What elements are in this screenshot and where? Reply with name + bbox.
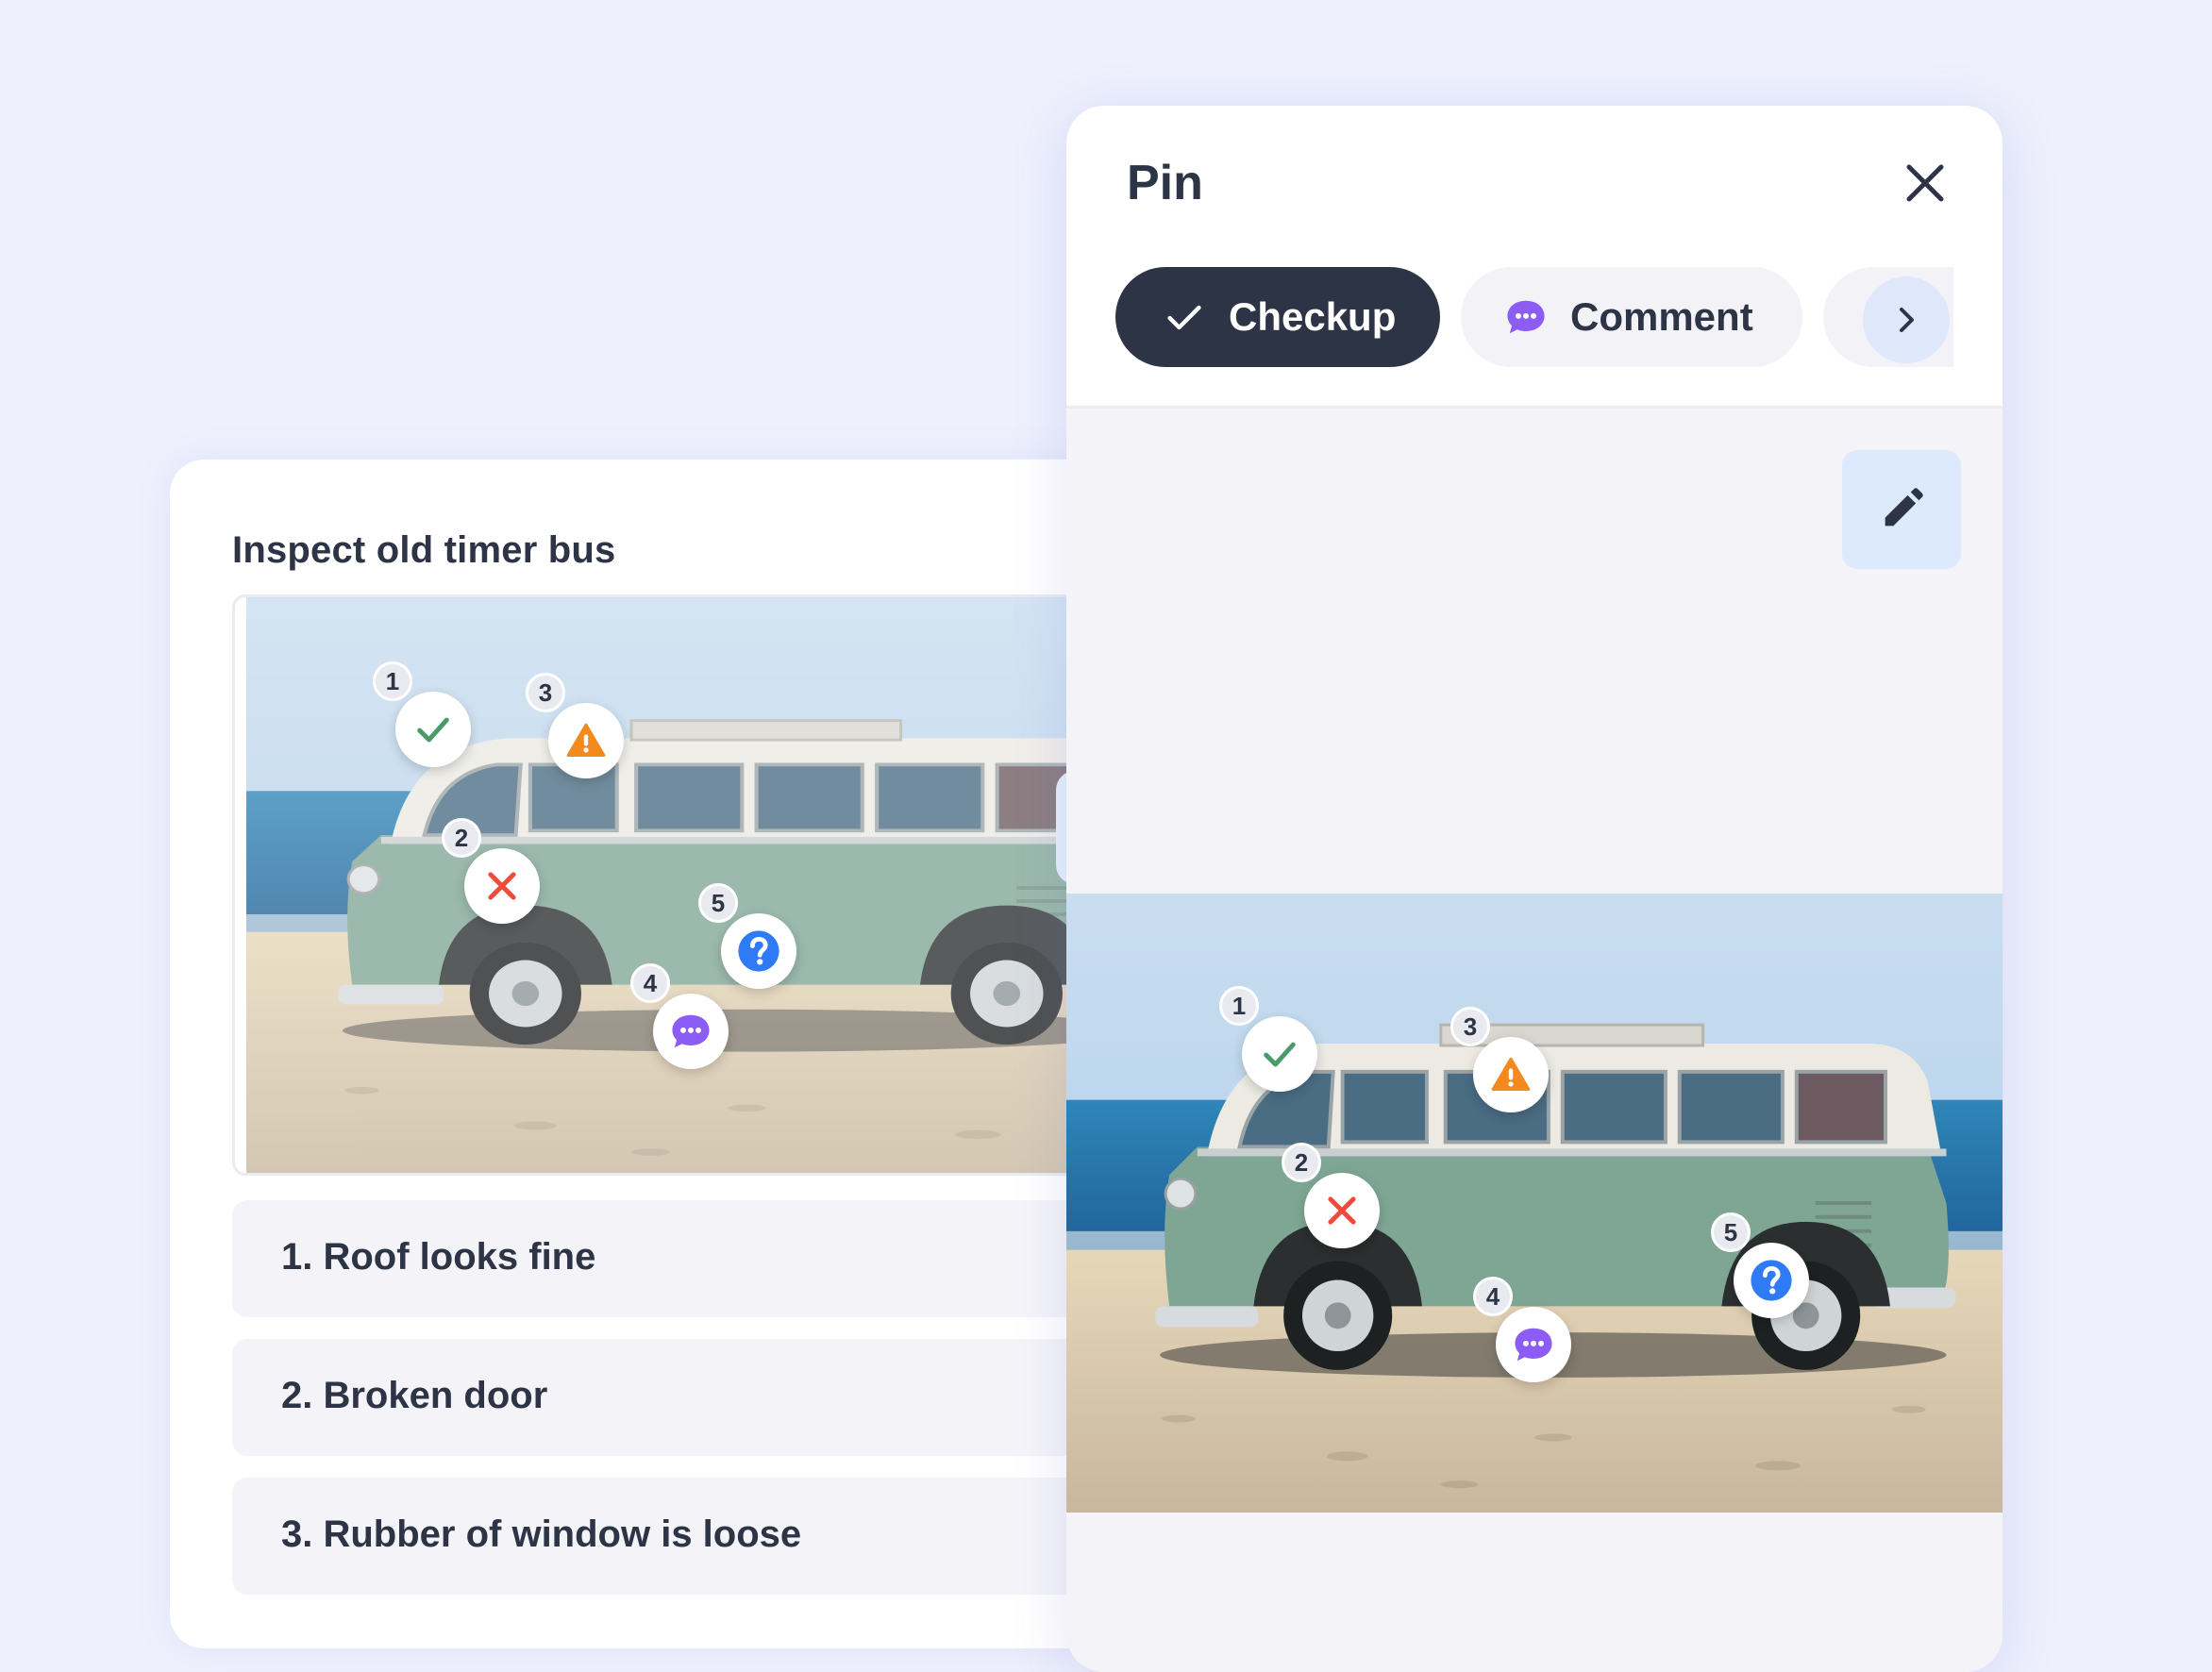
close-button[interactable] [1897,155,1953,211]
list-item-label: 3. Rubber of window is loose [281,1513,802,1555]
checkmark-icon [1161,293,1208,341]
panel-body: 1 3 2 5 4 [1066,406,2003,1672]
pin-number: 2 [442,818,481,858]
comment-icon [653,994,729,1069]
list-item-label: 1. Roof looks fine [281,1236,596,1278]
pencil-icon [1885,488,1923,527]
pin-number: 4 [1473,1277,1513,1316]
inspection-photo[interactable]: 1 3 2 5 4 [232,594,1114,1176]
x-icon [1304,1173,1380,1248]
x-icon [464,848,540,924]
pin-type-chips: Checkup Comment [1115,267,1953,369]
question-icon [721,913,796,989]
pin-photo[interactable]: 1 3 2 5 4 [1066,894,2003,1513]
list-item[interactable]: 1. Roof looks fine [232,1200,1114,1317]
pin-number: 3 [1450,1007,1490,1046]
pin-number: 1 [1219,986,1259,1026]
chip-comment[interactable]: Comment [1461,267,1802,367]
panel-title: Pin [1127,156,1203,210]
pin-number: 4 [630,963,670,1003]
pin-number: 5 [698,883,738,923]
chip-checkup-label: Checkup [1229,294,1397,339]
pin-number: 1 [373,661,412,701]
warning-icon [1473,1037,1549,1112]
chip-comment-label: Comment [1570,294,1753,339]
chip-checkup[interactable]: Checkup [1115,267,1440,367]
list-item[interactable]: 3. Rubber of window is loose [232,1478,1114,1595]
pin-panel: Pin Checkup Comment 1 3 2 5 4 [1066,106,2003,1672]
inspection-card: Inspect old timer bus 1 3 2 5 4 1. Roof … [170,460,1114,1648]
check-icon [1242,1016,1317,1092]
close-icon [1906,164,1944,202]
task-title: Inspect old timer bus [232,529,616,571]
pin-number: 5 [1711,1212,1751,1252]
chevron-right-icon [1900,308,1914,332]
chips-next-button[interactable] [1863,276,1950,363]
pin-number: 3 [526,673,565,712]
pin-number: 2 [1282,1143,1321,1182]
edit-button[interactable] [1842,450,1961,569]
check-icon [395,692,471,767]
question-icon [1734,1243,1809,1318]
comment-icon [1496,1307,1571,1382]
comment-bubble-icon [1502,293,1550,341]
list-item-label: 2. Broken door [281,1375,548,1416]
list-item[interactable]: 2. Broken door [232,1339,1114,1456]
bus-photo-large [1066,894,2003,1513]
warning-icon [548,703,624,778]
